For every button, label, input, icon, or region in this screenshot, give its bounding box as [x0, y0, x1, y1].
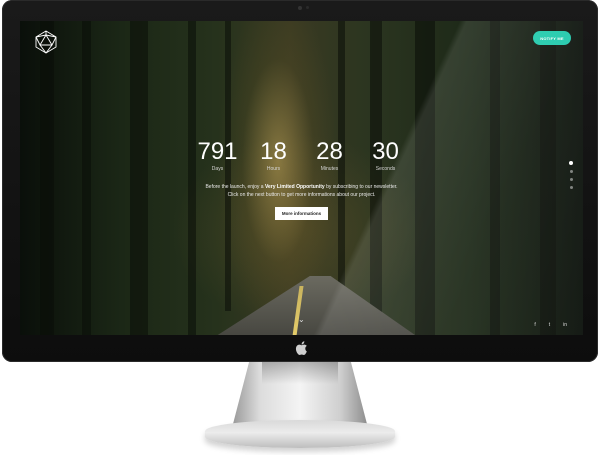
countdown-value: 18: [260, 138, 287, 165]
apple-logo-icon: [295, 341, 307, 355]
notify-me-button[interactable]: NOTIFY ME: [533, 31, 571, 45]
countdown: 791 Days 18 Hours 28 Minutes 30 Seconds: [20, 138, 583, 173]
tree-trunk: [40, 21, 54, 335]
monitor-frame: NOTIFY ME 791 Days 18 Hours 28 Minutes 3…: [2, 0, 598, 362]
twitter-icon[interactable]: t: [549, 322, 550, 328]
message-text: by subscribing to our newsletter.: [324, 184, 398, 190]
road: [185, 276, 445, 335]
nav-dot[interactable]: [569, 186, 573, 189]
monitor-stand-base: [205, 420, 395, 448]
linkedin-icon[interactable]: in: [563, 322, 567, 328]
message-highlight: Very Limited Opportunity: [264, 184, 325, 190]
countdown-minutes: 28 Minutes: [302, 138, 358, 173]
tree-trunk: [370, 21, 382, 335]
countdown-value: 791: [197, 138, 238, 165]
countdown-label: Seconds: [375, 166, 396, 172]
launch-message-line2: Click on the next button to get more inf…: [227, 192, 376, 198]
tree-trunk: [540, 21, 556, 335]
nav-dot[interactable]: [569, 170, 573, 173]
countdown-label: Days: [211, 166, 224, 172]
countdown-value: 28: [316, 138, 343, 165]
tree-trunk: [415, 21, 435, 335]
camera-sensor: [306, 6, 309, 9]
social-links: f t in: [534, 322, 567, 328]
more-informations-button[interactable]: More informations: [275, 207, 328, 220]
tree-trunk: [82, 21, 91, 335]
message-text: Before the launch, enjoy a: [205, 184, 265, 190]
launch-message: Before the launch, enjoy a Very Limited …: [20, 183, 583, 199]
chevron-down-icon[interactable]: ⌄: [298, 315, 305, 324]
countdown-seconds: 30 Seconds: [358, 138, 414, 173]
nav-dot-active[interactable]: [569, 161, 573, 165]
geometric-polyhedron-logo-icon[interactable]: [34, 30, 58, 54]
stand-shadow: [262, 362, 338, 384]
facebook-icon[interactable]: f: [534, 322, 535, 328]
tree-trunk: [188, 21, 196, 335]
tree-trunk: [490, 21, 500, 335]
countdown-label: Minutes: [320, 166, 339, 172]
countdown-hours: 18 Hours: [246, 138, 302, 173]
screen: NOTIFY ME 791 Days 18 Hours 28 Minutes 3…: [20, 21, 583, 335]
countdown-value: 30: [372, 138, 399, 165]
countdown-days: 791 Days: [190, 138, 246, 173]
countdown-label: Hours: [266, 166, 281, 172]
camera-icon: [298, 6, 302, 10]
tree-trunk: [130, 21, 148, 335]
launch-message-line1: Before the launch, enjoy a Very Limited …: [20, 183, 583, 191]
nav-dot[interactable]: [569, 178, 573, 181]
section-nav-dots: [569, 161, 573, 189]
